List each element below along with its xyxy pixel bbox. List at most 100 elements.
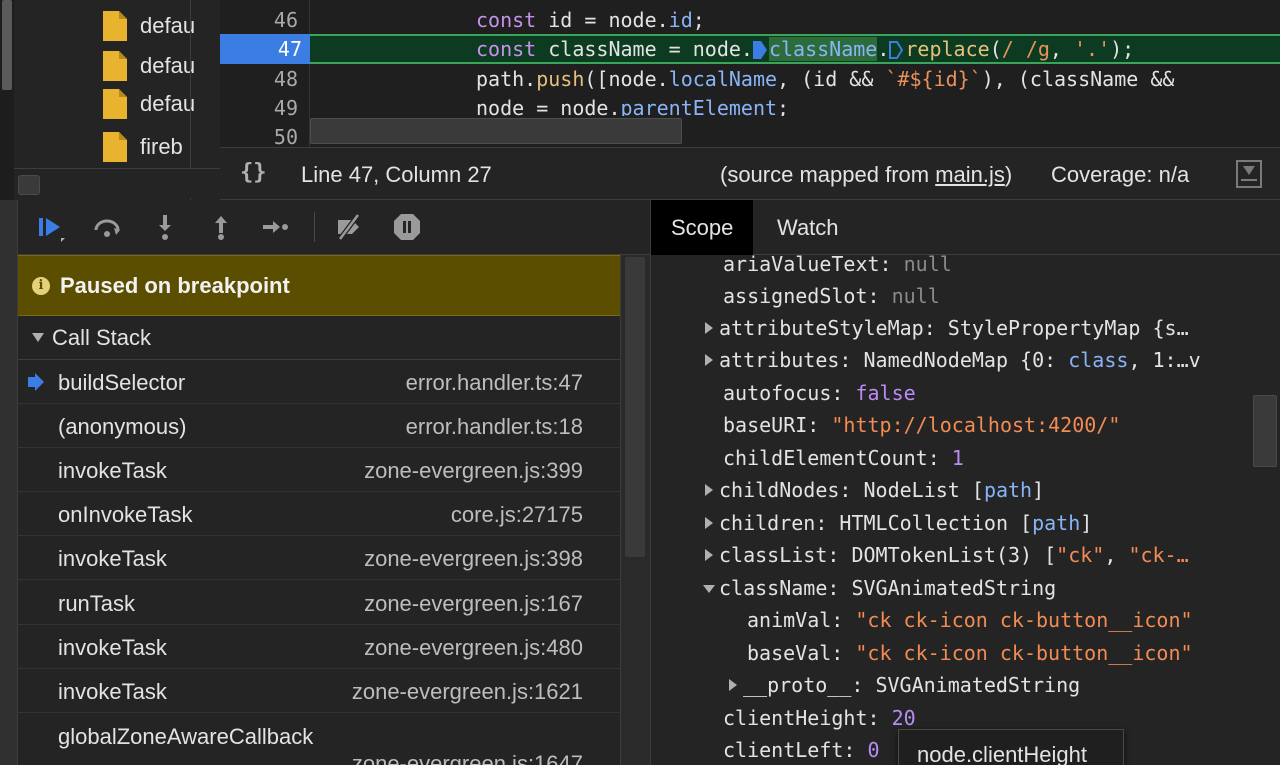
code-text: ), (className && [981, 67, 1175, 91]
scope-property-expandable[interactable]: children: HTMLCollection [path] [705, 507, 1092, 539]
scope-property[interactable]: baseVal: "ck ck-icon ck-button__icon" [747, 637, 1193, 669]
expand-triangle-icon[interactable] [705, 354, 713, 366]
editor-horizontal-scrollbar[interactable] [310, 116, 1280, 147]
frame-function-name: invokeTask [58, 458, 167, 483]
step-over-icon[interactable] [90, 210, 124, 244]
code-editor[interactable]: 46 47 48 49 50 const id = node.id; const… [220, 0, 1280, 147]
code-property-highlighted: className [768, 37, 878, 61]
call-stack-scrollbar[interactable] [620, 255, 650, 765]
inline-breakpoint-icon[interactable] [752, 41, 767, 59]
property-value: ] [1032, 478, 1045, 502]
code-keyword: const [476, 8, 537, 32]
scope-property[interactable]: clientHeight: 20 [723, 702, 916, 734]
file-tree-item[interactable]: defau [102, 48, 195, 84]
scrollbar-thumb[interactable] [625, 257, 645, 557]
breakpoint-line-number[interactable]: 47 [220, 34, 322, 64]
line-number[interactable]: 49 [220, 93, 308, 123]
expand-triangle-icon[interactable] [705, 517, 713, 529]
scrollbar-thumb[interactable] [18, 175, 40, 195]
code-text: className = node. [536, 37, 753, 61]
scrollbar-thumb[interactable] [310, 118, 682, 144]
pause-on-exceptions-icon[interactable] [390, 210, 424, 244]
inline-breakpoint-icon[interactable] [889, 41, 904, 59]
code-function: replace [905, 37, 990, 61]
coverage-status: Coverage: n/a [1051, 162, 1190, 187]
scope-property[interactable]: childElementCount: 1 [723, 442, 964, 474]
frame-location: core.js:27175 [450, 502, 583, 527]
expand-triangle-icon[interactable] [729, 679, 737, 691]
line-number[interactable]: 50 [220, 122, 308, 147]
code-line[interactable]: path.push([node.localName, (id && `#${id… [310, 64, 1280, 94]
frame-location: zone-evergreen.js:480 [364, 635, 583, 660]
file-tree-horizontal-scrollbar[interactable] [14, 168, 220, 198]
property-value-node: class [1068, 348, 1129, 372]
scope-property[interactable]: ariaValueText: null [723, 255, 952, 280]
property-key: attributes [719, 348, 840, 372]
scope-property-expandable[interactable]: attributes: NamedNodeMap {0: class, 1:…v [705, 344, 1201, 376]
property-key: childNodes [719, 478, 840, 502]
code-text: ( [989, 37, 1002, 61]
scope-property[interactable]: autofocus: false [723, 377, 916, 409]
collapse-triangle-icon[interactable] [703, 585, 715, 593]
current-execution-line[interactable]: const className = node. className. replace… [310, 34, 1280, 64]
code-line[interactable]: const id = node.id; [310, 5, 1280, 35]
expand-triangle-icon[interactable] [705, 322, 713, 334]
file-tree-item[interactable]: fireb [102, 129, 183, 165]
scope-property[interactable]: clientLeft: 0 [723, 734, 880, 765]
property-key: baseVal [747, 641, 832, 665]
call-frame[interactable]: runTask zone-evergreen.js:167 [18, 581, 620, 625]
code-text: id = node. [536, 8, 669, 32]
call-frame[interactable]: invokeTask zone-evergreen.js:480 [18, 625, 620, 669]
call-frame[interactable]: onInvokeTask core.js:27175 [18, 492, 620, 536]
frame-location: error.handler.ts:47 [405, 370, 583, 395]
line-number[interactable]: 48 [220, 64, 308, 94]
scope-property-expandable[interactable]: classList: DOMTokenList(3) ["ck", "ck-… [705, 539, 1189, 571]
scope-property-expandable[interactable]: attributeStyleMap: StylePropertyMap {s… [705, 312, 1189, 344]
scrollbar-thumb[interactable] [1253, 395, 1277, 467]
source-map-link[interactable]: main.js [935, 162, 1005, 187]
call-frame[interactable]: globalZoneAwareCallback zone-evergreen.j… [18, 714, 620, 765]
call-frame[interactable]: invokeTask zone-evergreen.js:398 [18, 536, 620, 580]
pretty-print-icon[interactable]: {} [240, 160, 267, 185]
property-value: SVGAnimatedString [851, 576, 1057, 600]
frame-function-name: invokeTask [58, 679, 167, 704]
call-frame[interactable]: (anonymous) error.handler.ts:18 [18, 404, 620, 448]
scope-property[interactable]: animVal: "ck ck-icon ck-button__icon" [747, 604, 1193, 636]
file-tree-item[interactable]: defau [102, 8, 195, 44]
step-into-icon[interactable] [148, 210, 182, 244]
coverage-toggle-icon[interactable] [1236, 160, 1262, 188]
call-frame[interactable]: invokeTask zone-evergreen.js:399 [18, 448, 620, 492]
code-text: path. [476, 67, 537, 91]
line-number-gutter[interactable]: 46 47 48 49 50 [220, 0, 322, 147]
frame-function-name: buildSelector [58, 370, 186, 395]
frame-location: zone-evergreen.js:1621 [351, 679, 583, 704]
scope-property[interactable]: baseURI: "http://localhost:4200/" [723, 409, 1120, 441]
step-out-icon[interactable] [204, 210, 238, 244]
scope-property-expandable[interactable]: __proto__: SVGAnimatedString [729, 669, 1080, 701]
tab-scope[interactable]: Scope [651, 200, 754, 255]
property-value: NodeList [ [863, 478, 984, 502]
file-tree-scrollbar[interactable] [0, 0, 14, 200]
call-frame[interactable]: invokeTask zone-evergreen.js:1621 [18, 669, 620, 713]
scope-property-expandable[interactable]: childNodes: NodeList [path] [705, 474, 1044, 506]
property-key: assignedSlot [723, 284, 868, 308]
call-stack-header[interactable]: Call Stack [18, 316, 620, 360]
property-value: "ck" [1056, 543, 1105, 567]
file-tree-item[interactable]: defau [102, 86, 195, 122]
deactivate-breakpoints-icon[interactable] [332, 210, 366, 244]
tab-watch[interactable]: Watch [757, 200, 859, 255]
scrollbar-thumb[interactable] [2, 0, 12, 90]
expand-triangle-icon[interactable] [705, 549, 713, 561]
scope-property[interactable]: assignedSlot: null [723, 280, 940, 312]
resume-icon[interactable] [34, 210, 68, 244]
call-frame-current[interactable]: buildSelector error.handler.ts:47 [18, 360, 620, 404]
line-number[interactable]: 46 [220, 5, 308, 35]
property-value: SVGAnimatedString [875, 673, 1081, 697]
expand-triangle-icon[interactable] [705, 484, 713, 496]
scope-scrollbar[interactable] [1250, 255, 1280, 765]
step-icon[interactable] [258, 210, 292, 244]
frame-location: zone-evergreen.js:398 [364, 546, 583, 571]
scope-property-expanded[interactable]: className: SVGAnimatedString [703, 572, 1056, 604]
scope-tree: ariaValueText: null assignedSlot: null a… [650, 255, 1250, 765]
collapse-triangle-icon[interactable] [32, 333, 44, 342]
